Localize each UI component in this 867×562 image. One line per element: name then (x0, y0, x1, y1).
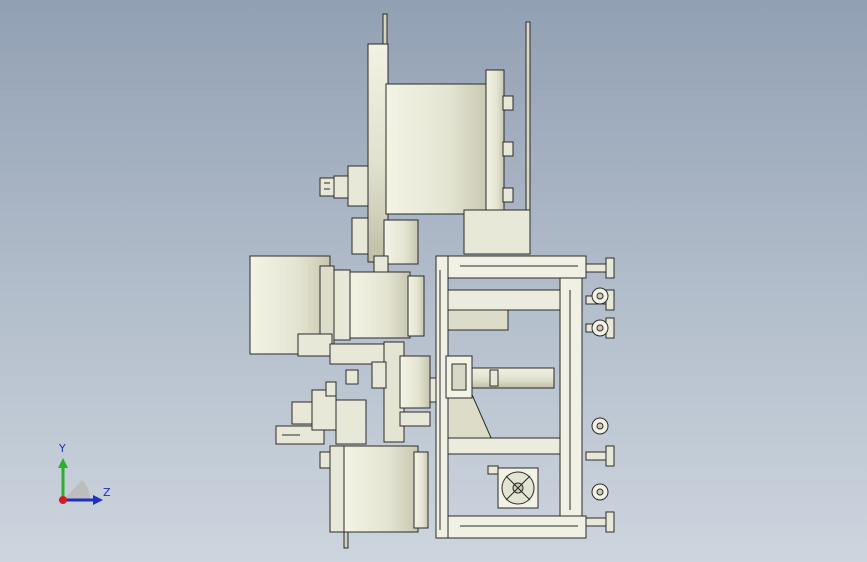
y-axis-label: Y (59, 442, 66, 455)
center-clamp[interactable] (445, 355, 555, 399)
lower-motor[interactable] (329, 445, 429, 549)
coordinate-triad-icon (58, 458, 103, 505)
cooling-fan[interactable] (487, 465, 539, 509)
z-axis-label: Z (103, 486, 111, 499)
sensor-block[interactable] (319, 165, 369, 255)
assembly-model[interactable] (0, 0, 867, 562)
main-drum-assembly[interactable] (367, 13, 531, 265)
cad-3d-viewport[interactable]: Y Z (0, 0, 867, 562)
